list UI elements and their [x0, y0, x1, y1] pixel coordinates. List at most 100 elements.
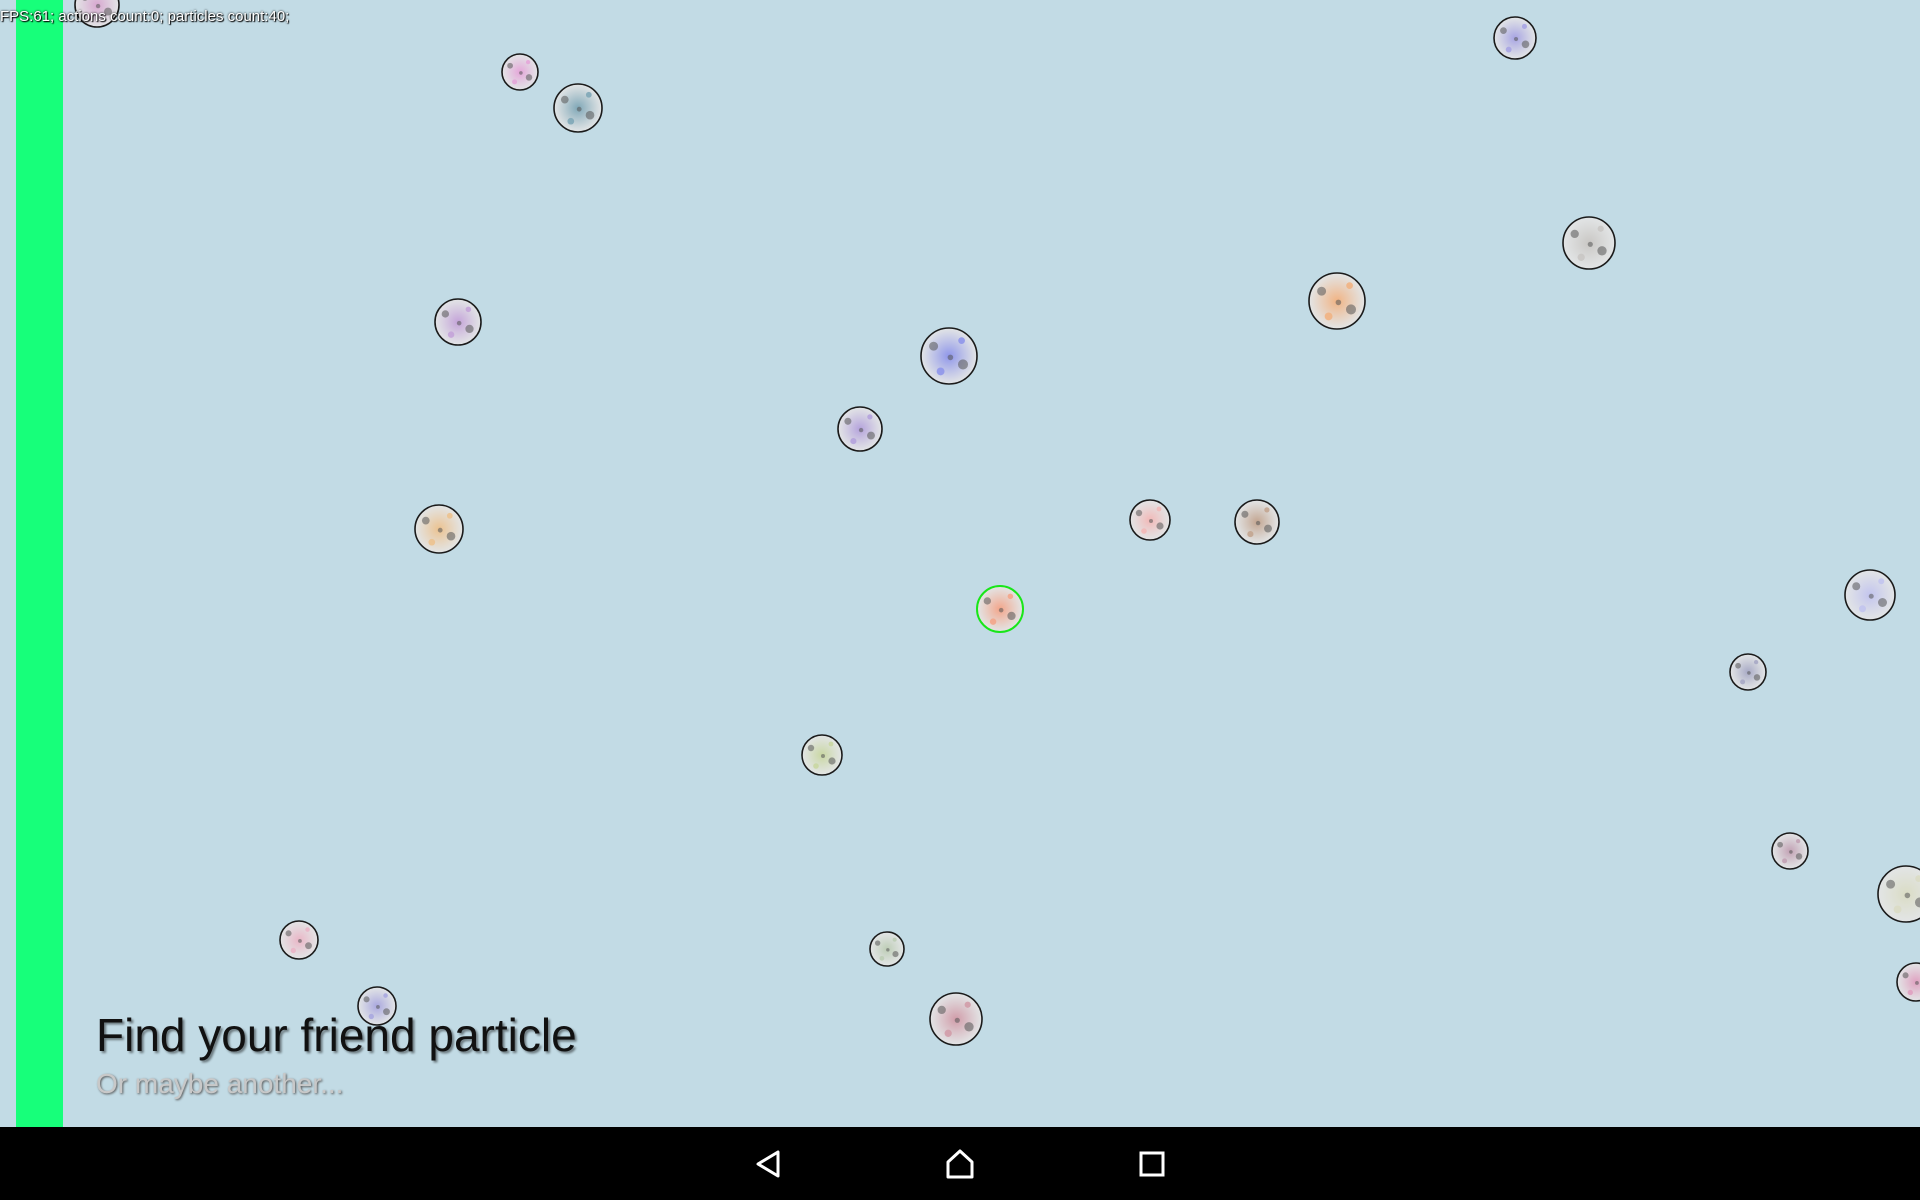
- fps-counter: FPS:61; actions count:0; particles count…: [0, 8, 290, 25]
- particle-spot: [1264, 507, 1270, 513]
- particle-spot: [1345, 304, 1357, 315]
- particle-spot: [1521, 40, 1530, 49]
- particle-spot: [1859, 605, 1866, 613]
- particle-spot: [456, 320, 462, 326]
- particle-spot: [1878, 598, 1887, 607]
- particle-spot: [1902, 972, 1909, 979]
- particle[interactable]: [553, 83, 603, 133]
- particle[interactable]: [434, 298, 482, 346]
- particle-spot: [1795, 838, 1801, 844]
- particle[interactable]: [929, 992, 983, 1046]
- particle[interactable]: [920, 327, 978, 385]
- particle[interactable]: [1308, 272, 1366, 330]
- particle-spot: [1597, 225, 1604, 232]
- particle[interactable]: [1729, 653, 1767, 691]
- particle-spot: [1789, 850, 1793, 854]
- recents-icon[interactable]: [1129, 1141, 1175, 1187]
- particle-spot: [944, 1029, 952, 1037]
- particle-spot: [886, 948, 890, 952]
- particle-spot: [957, 359, 969, 370]
- particle[interactable]: [869, 931, 905, 967]
- particle-spot: [465, 306, 472, 313]
- particle-spot: [437, 527, 443, 533]
- particle-spot: [512, 79, 518, 85]
- particle-spot: [813, 763, 819, 769]
- back-icon[interactable]: [746, 1141, 792, 1187]
- particle-spot: [892, 951, 899, 958]
- particle[interactable]: [414, 504, 464, 554]
- particle-spot: [954, 1017, 960, 1023]
- particle-spot: [892, 937, 897, 942]
- particle-spot: [867, 431, 875, 440]
- game-canvas[interactable]: FPS:61; actions count:0; particles count…: [0, 0, 1920, 1127]
- particle-spot: [519, 71, 523, 75]
- particle-spot: [1570, 229, 1579, 239]
- particle[interactable]: [1877, 865, 1920, 923]
- particle[interactable]: [1896, 962, 1920, 1002]
- particle-spot: [560, 95, 569, 104]
- particle-spot: [964, 1001, 971, 1008]
- particle-spot: [585, 110, 595, 120]
- particle-spot: [874, 940, 881, 946]
- particle-spot: [1886, 879, 1896, 889]
- particle[interactable]: [501, 53, 539, 91]
- particle-spot: [947, 354, 954, 361]
- particle-spot: [1505, 46, 1512, 53]
- particle-spot: [1577, 253, 1585, 261]
- particle[interactable]: [1562, 216, 1616, 270]
- particle-spot: [1893, 905, 1902, 914]
- particle[interactable]: [279, 920, 319, 960]
- friend-particle[interactable]: [976, 585, 1024, 633]
- particle-spot: [1500, 27, 1507, 35]
- particle-spot: [1007, 611, 1016, 621]
- particle-spot: [1521, 23, 1527, 29]
- particle-spot: [1782, 858, 1788, 864]
- particle[interactable]: [1844, 569, 1896, 621]
- particle-spot: [428, 538, 436, 546]
- caption-title: Find your friend particle: [96, 1009, 577, 1061]
- particle-spot: [879, 955, 885, 961]
- particle-spot: [525, 74, 533, 81]
- particle-spot: [298, 939, 302, 943]
- particle[interactable]: [1771, 832, 1809, 870]
- particle-spot: [1156, 506, 1162, 512]
- particle-spot: [576, 106, 582, 112]
- particle-spot: [1135, 509, 1143, 517]
- particle-spot: [1241, 510, 1249, 518]
- particle-field[interactable]: [0, 0, 1920, 1127]
- particle-spot: [867, 414, 873, 420]
- particle-spot: [585, 91, 592, 98]
- particle-spot: [1513, 36, 1519, 42]
- particle-spot: [1753, 674, 1761, 681]
- particle-spot: [929, 341, 939, 351]
- particle-spot: [567, 117, 575, 125]
- particle-spot: [1868, 593, 1874, 599]
- particle-spot: [285, 930, 292, 937]
- particle-spot: [1007, 593, 1014, 600]
- particle-spot: [858, 427, 864, 433]
- particle-spot: [1264, 524, 1272, 533]
- particle[interactable]: [1234, 499, 1280, 545]
- system-nav-bar: [0, 1127, 1920, 1200]
- particle[interactable]: [1493, 16, 1537, 60]
- particle-spot: [446, 531, 456, 541]
- particle-spot: [363, 996, 370, 1003]
- particle-spot: [305, 927, 310, 932]
- particle-spot: [1597, 246, 1607, 256]
- home-icon[interactable]: [937, 1141, 983, 1187]
- particle[interactable]: [1129, 499, 1171, 541]
- particle-spot: [936, 367, 945, 376]
- particle-spot: [1852, 582, 1861, 591]
- particle[interactable]: [837, 406, 883, 452]
- particle-spot: [465, 324, 474, 334]
- particle-spot: [1335, 299, 1342, 306]
- particle-spot: [989, 618, 997, 625]
- particle-spot: [1156, 522, 1164, 530]
- particle-spot: [305, 942, 312, 950]
- particle-spot: [1141, 528, 1147, 534]
- particle[interactable]: [801, 734, 843, 776]
- particle-spot: [828, 741, 834, 747]
- particle-spot: [441, 310, 450, 318]
- particle-spot: [446, 512, 453, 519]
- particle-spot: [828, 757, 836, 765]
